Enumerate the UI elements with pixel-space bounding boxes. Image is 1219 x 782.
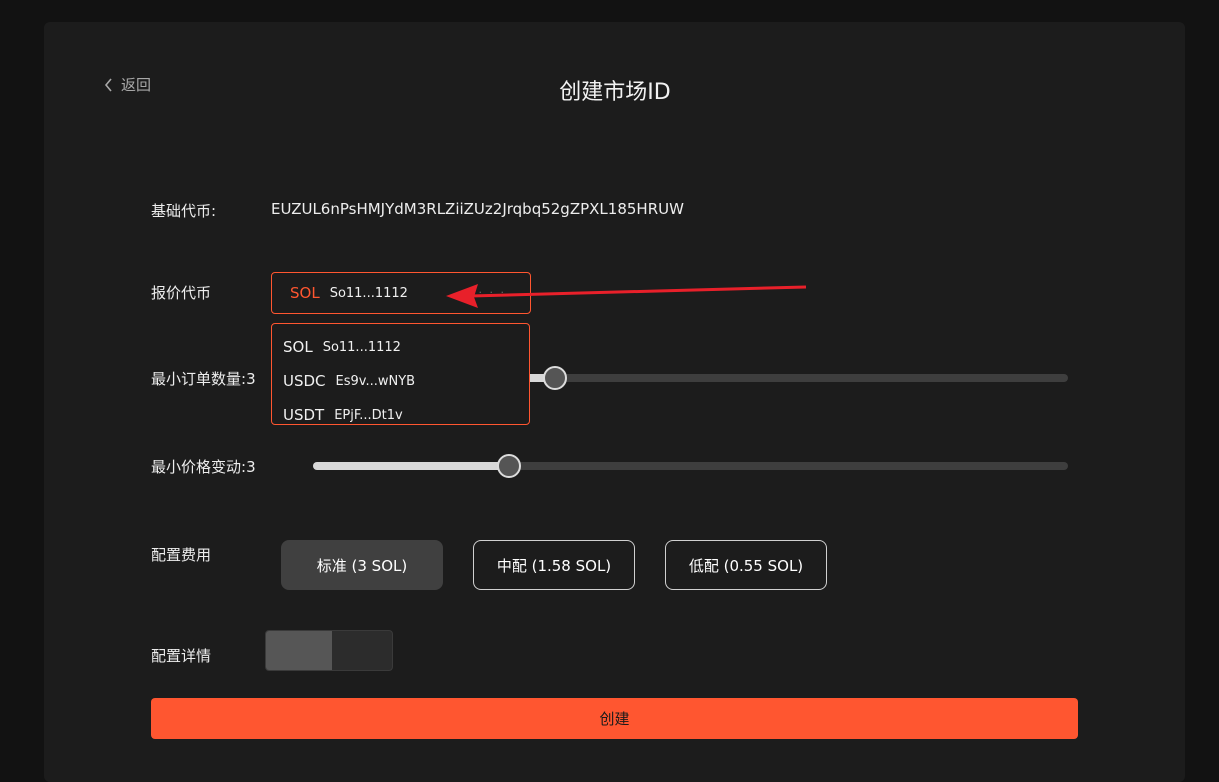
option-address: Es9v...wNYB — [335, 373, 416, 389]
selected-address: So11...1112 — [329, 285, 408, 301]
details-toggle[interactable] — [265, 630, 393, 671]
min-tick-slider-fill — [313, 462, 509, 470]
option-address: EPjF...Dt1v — [334, 407, 403, 423]
base-token-value: EUZUL6nPsHMJYdM3RLZiiZUz2Jrqbq52gZPXL185… — [271, 200, 684, 218]
create-button[interactable]: 创建 — [151, 698, 1078, 739]
details-label: 配置详情 — [151, 647, 212, 665]
min-order-slider-thumb[interactable] — [543, 366, 567, 390]
quote-token-select[interactable]: SOL So11...1112 · · · — [271, 272, 531, 314]
fee-label: 配置费用 — [151, 546, 212, 564]
option-symbol: SOL — [283, 338, 313, 356]
option-symbol: USDT — [283, 406, 325, 424]
fee-standard-button[interactable]: 标准 (3 SOL) — [281, 540, 443, 590]
quote-token-label: 报价代币 — [151, 284, 212, 302]
option-address: So11...1112 — [322, 339, 401, 355]
min-tick-label: 最小价格变动:3 — [151, 456, 256, 477]
fee-low-button[interactable]: 低配 (0.55 SOL) — [665, 540, 827, 590]
min-tick-slider[interactable] — [313, 454, 1068, 478]
base-token-label: 基础代币: — [151, 202, 217, 220]
min-tick-value: 3 — [246, 458, 256, 476]
min-order-label-text: 最小订单数量: — [151, 370, 247, 388]
selected-symbol: SOL — [290, 284, 320, 302]
quote-token-dropdown: SOL So11...1112 USDC Es9v...wNYB USDT EP… — [271, 323, 530, 425]
fee-medium-button[interactable]: 中配 (1.58 SOL) — [473, 540, 635, 590]
min-order-value: 3 — [246, 370, 256, 388]
min-tick-label-text: 最小价格变动: — [151, 458, 247, 476]
min-order-label: 最小订单数量:3 — [151, 368, 256, 389]
details-toggle-knob — [266, 631, 332, 670]
dropdown-option-usdt[interactable]: USDT EPjF...Dt1v — [272, 398, 529, 432]
dropdown-option-usdc[interactable]: USDC Es9v...wNYB — [272, 364, 529, 398]
min-tick-slider-thumb[interactable] — [497, 454, 521, 478]
dropdown-option-sol[interactable]: SOL So11...1112 — [272, 330, 529, 364]
page-title: 创建市场ID — [559, 80, 671, 105]
option-symbol: USDC — [283, 372, 326, 390]
select-indicator: · · · — [478, 286, 506, 299]
form-card — [44, 22, 1185, 782]
